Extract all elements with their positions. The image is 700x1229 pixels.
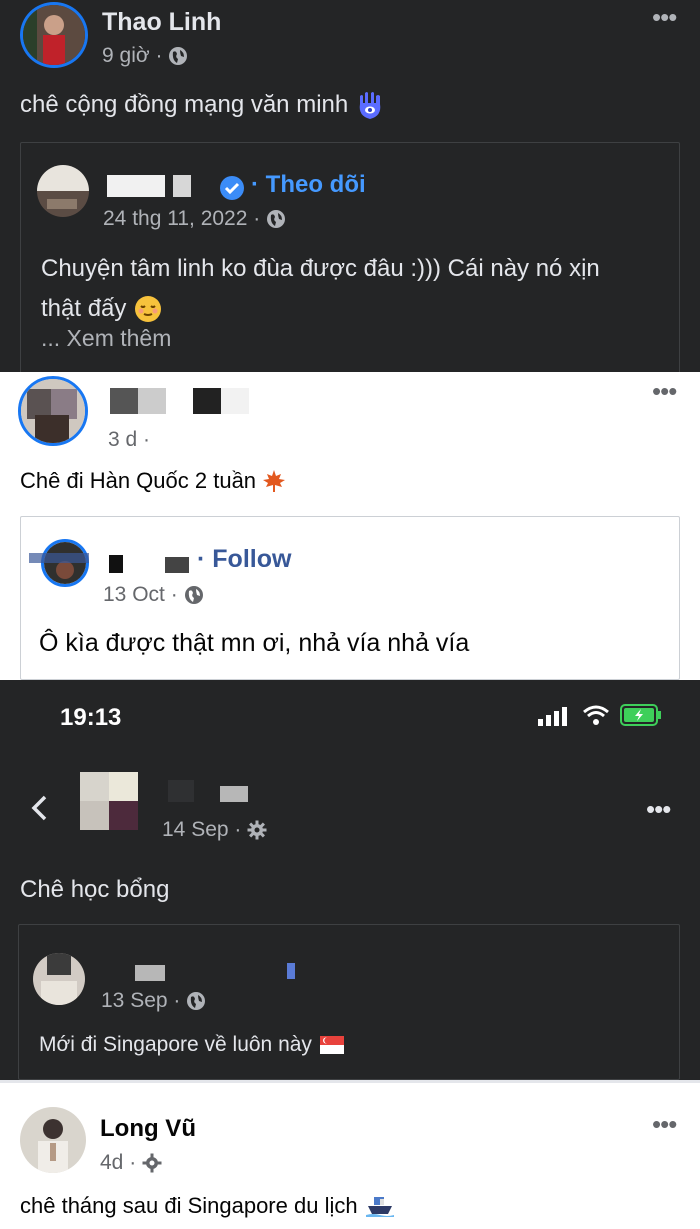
redacted-name — [168, 780, 194, 802]
post-thao-linh: Thao Linh 9 giờ · ••• chê cộng đồng mạng… — [0, 0, 700, 372]
redacted-name — [29, 553, 89, 563]
globe-icon — [184, 585, 204, 605]
shared-time[interactable]: 13 Sep · — [101, 989, 180, 1013]
shared-meta: 13 Oct · — [103, 583, 204, 607]
back-icon[interactable] — [30, 794, 48, 822]
author-name[interactable]: Thao Linh — [102, 8, 221, 37]
shared-avatar[interactable] — [41, 539, 89, 587]
globe-icon — [168, 46, 188, 66]
avatar[interactable] — [20, 1107, 86, 1173]
more-options-icon[interactable]: ••• — [652, 4, 677, 30]
gear-icon — [142, 1153, 162, 1173]
post-text: Chê học bổng — [20, 876, 170, 903]
post-han-quoc: 3 d · ••• Chê đi Hàn Quốc 2 tuần · Follo… — [0, 372, 700, 680]
redacted-name — [287, 963, 295, 979]
redacted-name — [107, 175, 165, 197]
globe-icon — [186, 991, 206, 1011]
redacted-name — [220, 786, 248, 802]
avatar[interactable] — [18, 376, 88, 446]
more-options-icon[interactable]: ••• — [646, 796, 671, 822]
redacted-name — [191, 171, 221, 197]
post-long-vu: Long Vũ 4d · ••• chê tháng sau đi Singap… — [0, 1080, 700, 1229]
hamsa-emoji-icon — [356, 90, 384, 120]
post-meta: 4d · — [100, 1151, 162, 1175]
shared-post[interactable]: 13 Sep · Mới đi Singapore về luôn này — [18, 924, 680, 1080]
status-time: 19:13 — [60, 704, 122, 731]
shared-post[interactable]: · Theo dõi 24 thg 11, 2022 · Chuyện tâm … — [20, 142, 680, 372]
post-time[interactable]: 3 d · — [108, 428, 150, 452]
shared-text: Ô kìa được thật mn ơi, nhả vía nhả vía — [39, 629, 470, 657]
relieved-face-emoji-icon — [134, 295, 162, 323]
redacted-name — [221, 388, 249, 414]
post-meta: 9 giờ · — [102, 44, 188, 68]
redacted-name — [110, 388, 138, 414]
redacted-name — [138, 388, 166, 414]
shared-meta: 24 thg 11, 2022 · — [103, 207, 286, 231]
shared-post[interactable]: · Follow 13 Oct · Ô kìa được thật mn ơi,… — [20, 516, 680, 680]
author-name[interactable]: Long Vũ — [100, 1115, 196, 1143]
verified-badge-icon — [219, 175, 245, 201]
shared-text: Mới đi Singapore về luôn này — [39, 1033, 344, 1057]
shared-text: Chuyện tâm linh ko đùa được đâu :))) Cái… — [41, 255, 600, 323]
wifi-icon — [582, 704, 610, 726]
see-more-link[interactable]: ... Xem thêm — [41, 325, 171, 352]
post-time[interactable]: 4d · — [100, 1151, 136, 1175]
post-text: Chê đi Hàn Quốc 2 tuần — [20, 468, 286, 494]
battery-icon — [620, 704, 662, 726]
post-hoc-bong: 19:13 14 Sep · ••• Chê học bổng 13 Sep ·… — [0, 680, 700, 1080]
redacted-name — [109, 555, 123, 573]
post-meta: 3 d · — [108, 428, 150, 452]
shared-meta: 13 Sep · — [101, 989, 206, 1013]
shared-time[interactable]: 13 Oct · — [103, 583, 178, 607]
singapore-flag-emoji-icon — [319, 1036, 344, 1054]
gear-icon — [247, 820, 267, 840]
redacted-name — [193, 388, 221, 414]
avatar[interactable] — [80, 772, 138, 830]
post-text: chê cộng đồng mạng văn minh — [20, 90, 384, 120]
post-meta: 14 Sep · — [162, 818, 267, 842]
more-options-icon[interactable]: ••• — [652, 378, 677, 404]
shared-avatar[interactable] — [37, 165, 89, 217]
shared-time[interactable]: 24 thg 11, 2022 · — [103, 207, 260, 231]
post-time[interactable]: 9 giờ · — [102, 44, 162, 68]
post-time[interactable]: 14 Sep · — [162, 818, 241, 842]
follow-link[interactable]: · Follow — [197, 545, 291, 574]
shared-avatar[interactable] — [33, 953, 85, 1005]
post-text: chê tháng sau đi Singapore du lịch — [20, 1193, 394, 1219]
signal-icon — [538, 706, 572, 726]
follow-link[interactable]: · Theo dõi — [251, 171, 366, 199]
redacted-name — [135, 965, 165, 981]
ship-emoji-icon — [365, 1195, 394, 1217]
globe-icon — [266, 209, 286, 229]
maple-leaf-emoji-icon — [262, 469, 286, 493]
redacted-name — [165, 557, 189, 573]
avatar[interactable] — [20, 2, 88, 68]
more-options-icon[interactable]: ••• — [652, 1111, 677, 1137]
